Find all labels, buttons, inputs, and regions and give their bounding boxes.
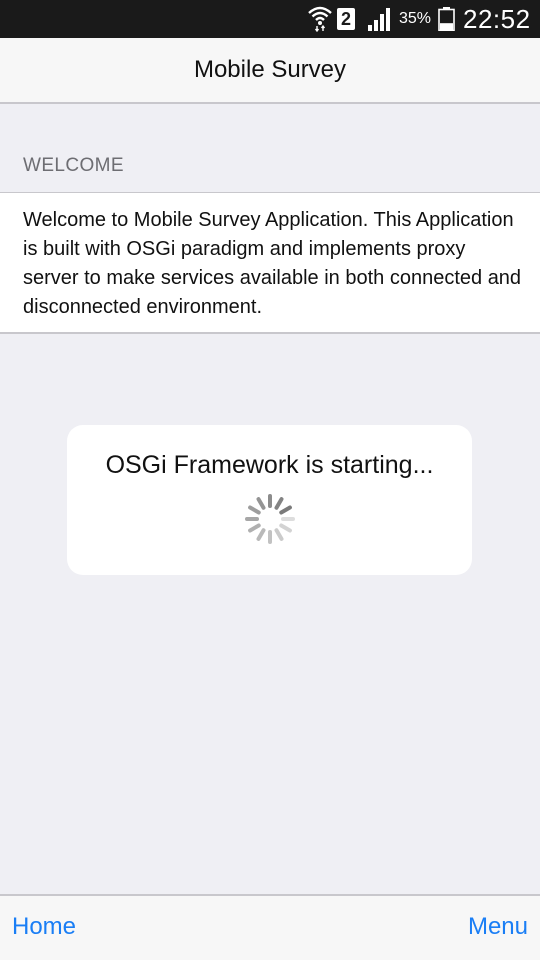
spinner-spoke <box>279 523 292 533</box>
spinner-spoke <box>256 528 266 541</box>
navigation-bar: Mobile Survey <box>0 38 540 104</box>
battery-percent: 35% <box>399 10 432 27</box>
welcome-card: Welcome to Mobile Survey Application. Th… <box>0 192 540 334</box>
section-header-welcome: WELCOME <box>23 155 124 176</box>
signal-icon <box>368 8 390 31</box>
sim-slot-indicator: 2 <box>337 8 355 30</box>
wifi-icon <box>308 6 332 32</box>
battery-icon <box>438 7 455 31</box>
spinner-spoke <box>248 523 261 533</box>
menu-button[interactable]: Menu <box>468 912 528 942</box>
clock-time: 22:52 <box>463 4 531 34</box>
spinner-spoke <box>256 497 266 510</box>
status-bar: 2 35% 22:52 <box>0 0 540 38</box>
spinner-spoke <box>274 528 284 541</box>
loading-dialog: OSGi Framework is starting... <box>67 425 472 575</box>
spinner-icon <box>245 494 295 544</box>
spinner-spoke <box>279 505 292 515</box>
spinner-spoke <box>248 505 261 515</box>
spinner-spoke <box>274 497 284 510</box>
bottom-toolbar: Home Menu <box>0 894 540 960</box>
loading-message: OSGi Framework is starting... <box>105 451 434 479</box>
welcome-text: Welcome to Mobile Survey Application. Th… <box>23 209 522 318</box>
page-title: Mobile Survey <box>193 56 347 83</box>
home-button[interactable]: Home <box>12 912 76 942</box>
